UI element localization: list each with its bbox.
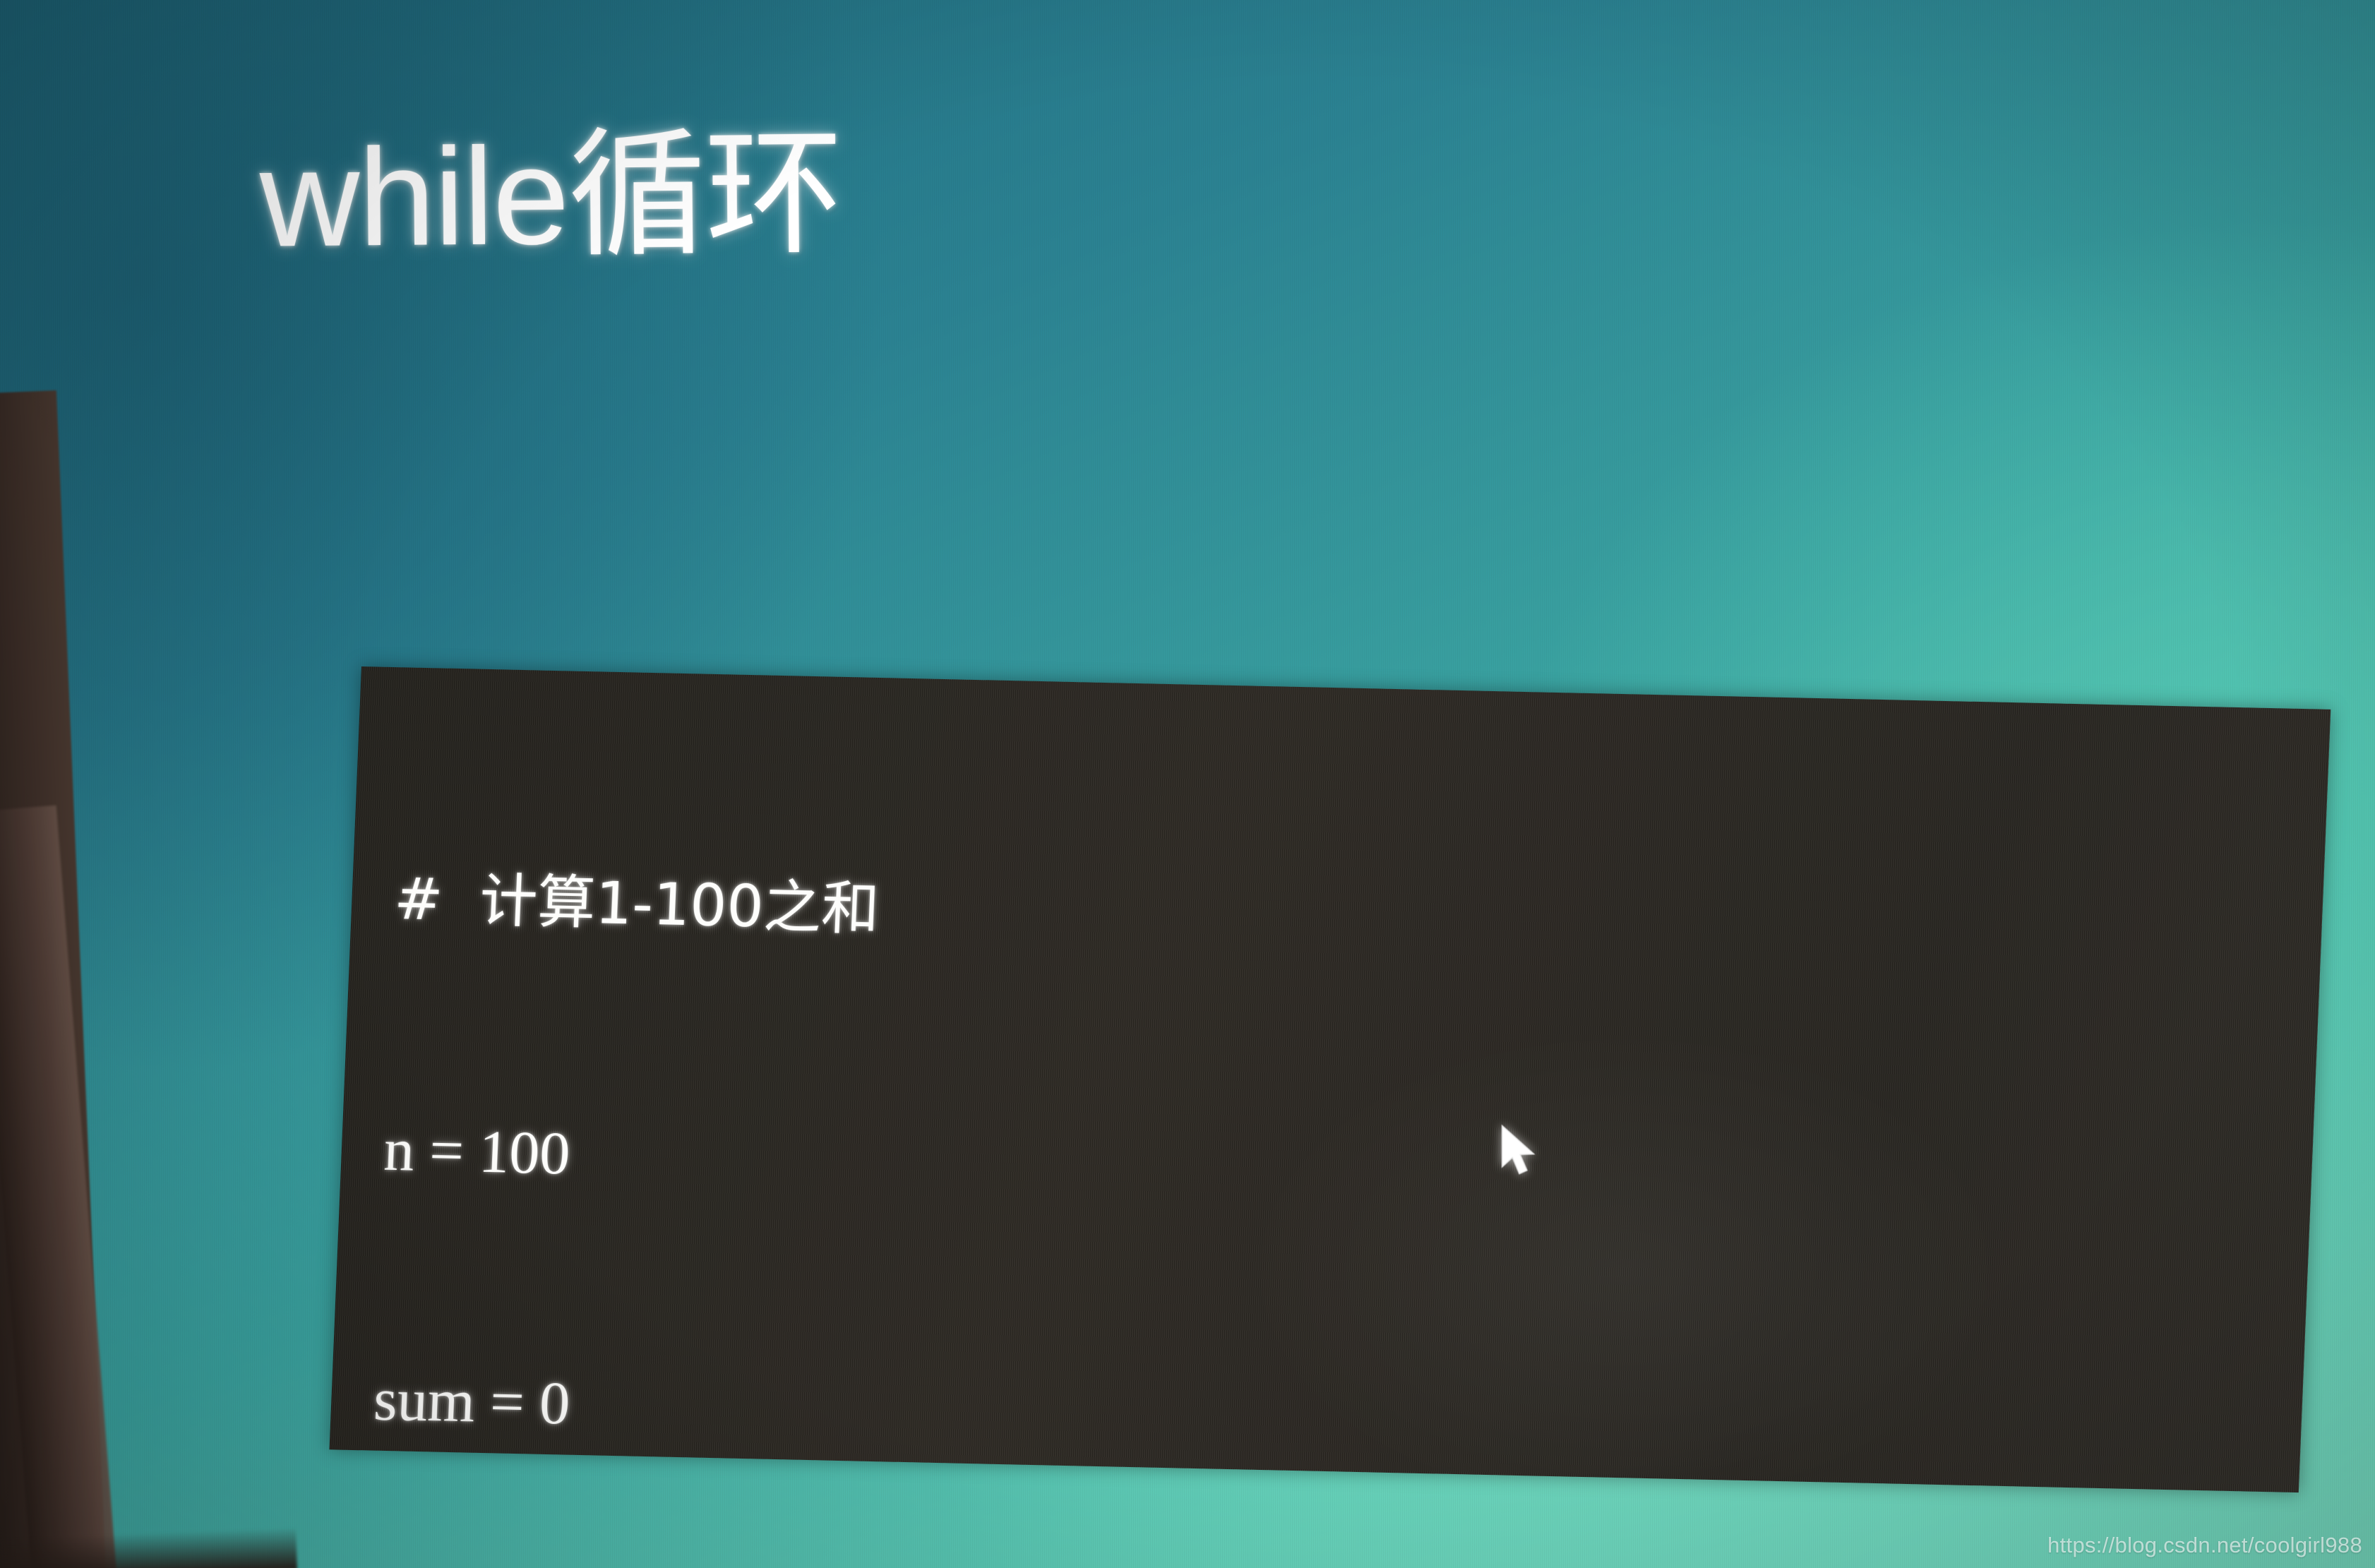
code-block-text: # 计算1-100之和 n = 100 sum = 0 counter = 1 … — [314, 691, 2330, 1568]
code-line: n = 100 — [383, 1115, 572, 1187]
page-title: while循环 — [259, 116, 843, 276]
csdn-watermark: https://blog.csdn.net/coolgirl988 — [2047, 1533, 2362, 1557]
code-block: # 计算1-100之和 n = 100 sum = 0 counter = 1 … — [329, 666, 2331, 1493]
code-line: sum = 0 — [372, 1365, 572, 1437]
slide-photo: while循环 # 计算1-100之和 n = 100 sum = 0 coun… — [0, 0, 2375, 1568]
code-line: # 计算1-100之和 — [393, 866, 881, 944]
